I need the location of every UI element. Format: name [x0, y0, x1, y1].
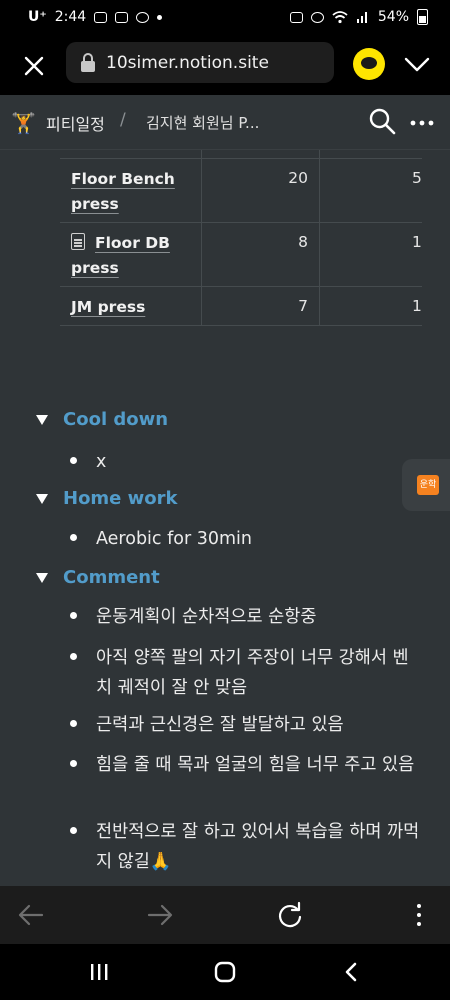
bullet-icon: [70, 653, 77, 660]
table-row[interactable]: Floor DB press 8 10: [60, 223, 422, 287]
wifi-icon: [332, 11, 348, 24]
exercise-name[interactable]: Floor Bench press: [71, 170, 175, 213]
table-row[interactable]: Floor Bench press 20 5: [60, 159, 422, 223]
value-text: 15: [412, 297, 422, 315]
list-item: 운동계획이 순차적으로 순항중: [70, 602, 420, 632]
breadcrumb-separator: /: [120, 110, 126, 130]
browser-bottom-nav: [0, 886, 450, 944]
toggle-arrow-icon[interactable]: [36, 493, 48, 504]
bullet-icon: [70, 827, 77, 834]
chevron-down-icon[interactable]: [402, 52, 432, 76]
toggle-title[interactable]: Home work: [63, 488, 178, 509]
toggle-arrow-icon[interactable]: [36, 572, 48, 583]
battery-icon: [417, 9, 428, 25]
sim-icon: [289, 11, 303, 23]
url-text: 10simer.notion.site: [106, 52, 269, 73]
exercise-table: Floor Bench press 20 5 Floor DB press 8 …: [60, 150, 422, 326]
floating-side-tab[interactable]: 운학: [402, 459, 450, 511]
breadcrumb-page[interactable]: 김지현 회원님 P...: [146, 112, 259, 133]
value-cell[interactable]: 7: [202, 287, 320, 325]
breadcrumb-workspace[interactable]: 피티일정: [46, 111, 105, 135]
app-notification-icon: [136, 11, 150, 23]
table-row: [60, 150, 422, 159]
status-left: U⁺ 2:44: [28, 9, 163, 25]
list-item-text: Aerobic for 30min: [96, 529, 252, 549]
close-icon[interactable]: [18, 50, 50, 82]
mute-icon: [310, 11, 324, 23]
bullet-icon: [70, 612, 77, 619]
list-item: x: [70, 447, 420, 477]
table-row[interactable]: JM press 7 15: [60, 287, 422, 326]
search-icon[interactable]: [368, 107, 396, 135]
exercise-name-cell[interactable]: JM press: [60, 287, 202, 325]
page-doc-icon: [71, 233, 85, 250]
more-options-icon[interactable]: [410, 111, 434, 135]
bullet-icon: [70, 457, 77, 464]
list-item-text: 근력과 근신경은 잘 발달하고 있음: [96, 715, 344, 735]
toggle-arrow-icon[interactable]: [36, 414, 48, 425]
exercise-name-cell[interactable]: Floor Bench press: [60, 159, 202, 222]
exercise-name[interactable]: JM press: [71, 298, 145, 316]
more-notifications-dot: [157, 14, 163, 20]
value-text: 5: [412, 169, 422, 187]
exercise-name[interactable]: Floor DB press: [71, 234, 170, 277]
bullet-icon: [70, 720, 77, 727]
toggle-title[interactable]: Cool down: [63, 409, 168, 430]
page-content: Floor Bench press 20 5 Floor DB press 8 …: [0, 150, 450, 886]
value-cell[interactable]: 15: [320, 287, 422, 325]
list-item-text: 아직 양쪽 팔의 자기 주장이 너무 강해서 벤치 궤적이 잘 안 맞음: [96, 648, 409, 698]
browser-toolbar: 10simer.notion.site: [0, 38, 450, 95]
list-item-text: x: [96, 452, 107, 472]
list-item-text: 운동계획이 순차적으로 순항중: [96, 607, 317, 627]
value-cell[interactable]: 5: [320, 159, 422, 222]
list-item-text: 전반적으로 잘 하고 있어서 복습을 하며 까먹지 않길🙏: [96, 822, 420, 872]
list-item: 전반적으로 잘 하고 있어서 복습을 하며 까먹지 않길🙏: [70, 817, 420, 877]
lock-icon: [80, 52, 96, 73]
forward-arrow-icon[interactable]: [146, 901, 174, 929]
overflow-menu-icon[interactable]: [405, 901, 433, 929]
address-bar[interactable]: 10simer.notion.site: [66, 42, 334, 83]
list-item: 아직 양쪽 팔의 자기 주장이 너무 강해서 벤치 궤적이 잘 안 맞음: [70, 643, 420, 703]
system-nav-bar: [0, 944, 450, 1000]
carrier-label: U⁺: [28, 9, 47, 25]
status-bar: U⁺ 2:44 54%: [0, 0, 450, 38]
back-icon[interactable]: [340, 961, 362, 983]
value-cell[interactable]: 10: [320, 223, 422, 286]
list-item: Aerobic for 30min: [70, 524, 420, 554]
list-item-text: 힘을 줄 때 목과 얼굴의 힘을 너무 주고 있음: [96, 755, 415, 775]
bullet-icon: [70, 760, 77, 767]
kakaotalk-share-button[interactable]: [353, 48, 385, 80]
list-item: 힘을 줄 때 목과 얼굴의 힘을 너무 주고 있음: [70, 750, 420, 780]
status-right: 54%: [289, 9, 428, 25]
notification-icon: [115, 11, 129, 23]
toggle-cool-down[interactable]: Cool down: [36, 409, 168, 430]
message-icon: [94, 11, 108, 23]
battery-percent: 54%: [377, 9, 409, 25]
toggle-comment[interactable]: Comment: [36, 567, 160, 588]
value-cell[interactable]: 8: [202, 223, 320, 286]
refresh-icon[interactable]: [276, 901, 304, 929]
value-text: 10: [412, 233, 422, 251]
signal-icon: [356, 12, 367, 23]
bullet-icon: [70, 534, 77, 541]
notion-topbar: 🏋️ 피티일정 / 김지현 회원님 P...: [0, 95, 450, 150]
toggle-home-work[interactable]: Home work: [36, 488, 178, 509]
home-icon[interactable]: [214, 961, 236, 983]
back-arrow-icon[interactable]: [17, 901, 45, 929]
workspace-icon[interactable]: 🏋️: [11, 111, 36, 135]
exercise-name-cell[interactable]: Floor DB press: [60, 223, 202, 286]
chat-bubble-icon: [361, 57, 377, 69]
list-item: 근력과 근신경은 잘 발달하고 있음: [70, 710, 420, 740]
app-shortcut-icon[interactable]: 운학: [417, 475, 439, 495]
clock: 2:44: [54, 9, 87, 25]
toggle-title[interactable]: Comment: [63, 567, 160, 588]
value-cell[interactable]: 20: [202, 159, 320, 222]
recent-apps-icon[interactable]: [88, 961, 110, 983]
